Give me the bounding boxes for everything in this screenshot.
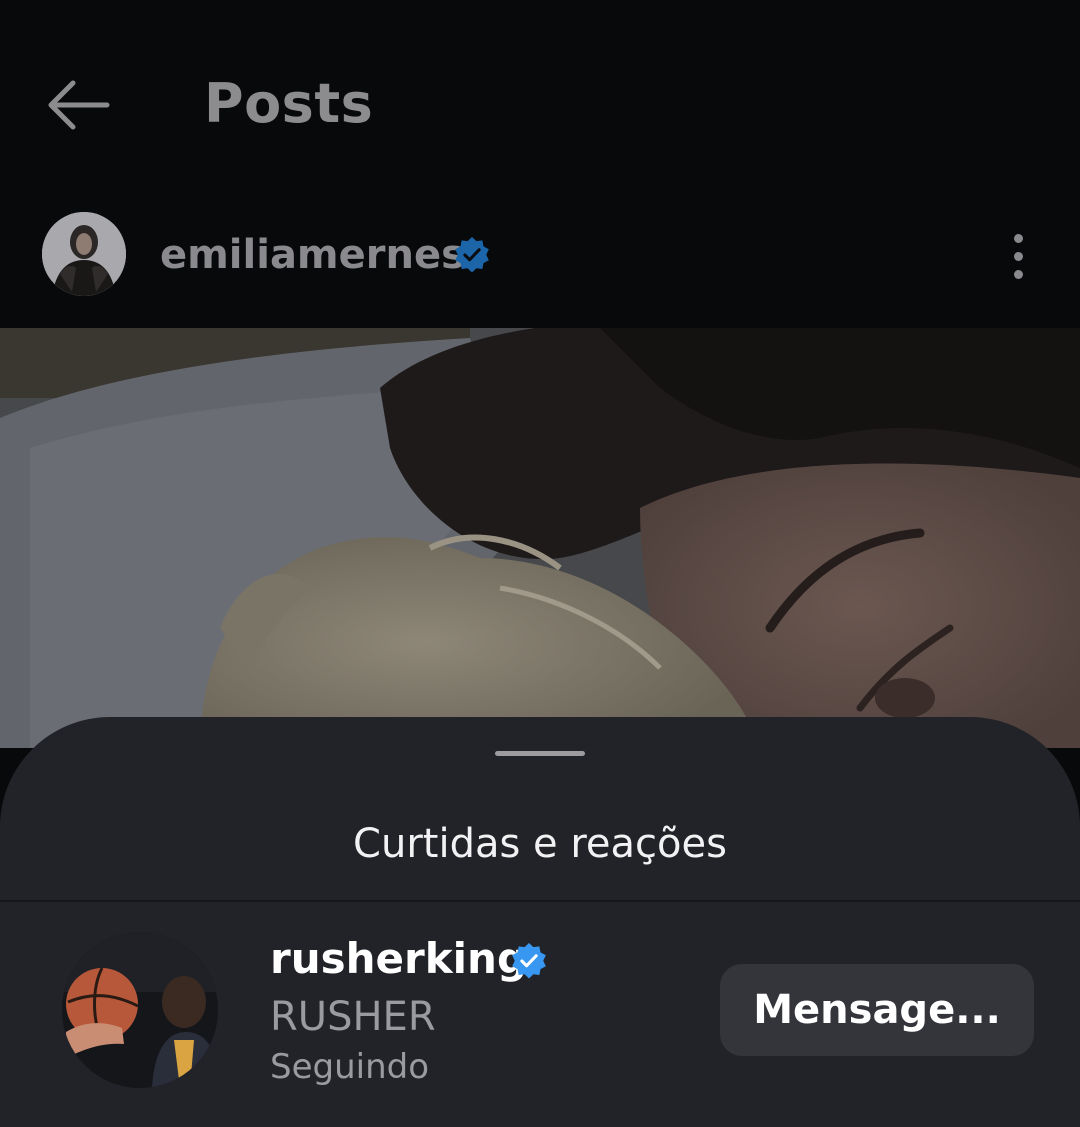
more-vertical-icon (1013, 233, 1023, 243)
verified-badge-icon (455, 236, 489, 273)
back-button[interactable] (40, 70, 116, 140)
top-bar: Posts (0, 0, 1080, 190)
sheet-title: Curtidas e reações (353, 821, 727, 867)
message-button[interactable]: Mensage... (720, 964, 1034, 1056)
likes-bottom-sheet: Curtidas e reações rusherking RUSHER Seg… (0, 717, 1080, 1127)
user-full-name: RUSHER (270, 994, 436, 1040)
user-avatar[interactable] (62, 932, 218, 1088)
app-screen: Posts emiliamernes Curtidas e reações ru… (0, 0, 1080, 1127)
author-avatar[interactable] (42, 212, 126, 296)
drag-handle[interactable] (495, 751, 585, 756)
post-image[interactable] (0, 328, 1080, 748)
list-item[interactable]: rusherking RUSHER Seguindo Mensage... (0, 917, 1080, 1117)
page-title: Posts (204, 72, 374, 135)
user-handle[interactable]: rusherking (270, 931, 527, 987)
author-username[interactable]: emiliamernes (160, 230, 465, 280)
post-author-row: emiliamernes (0, 200, 1080, 310)
sheet-divider (0, 900, 1080, 902)
arrow-left-icon (48, 80, 110, 130)
post-photo (0, 328, 1080, 748)
follow-status: Seguindo (270, 1047, 430, 1087)
verified-badge-icon (512, 942, 546, 979)
user-avatar-image (62, 932, 218, 1088)
author-avatar-image (42, 212, 126, 296)
more-options-button[interactable] (996, 224, 1040, 288)
